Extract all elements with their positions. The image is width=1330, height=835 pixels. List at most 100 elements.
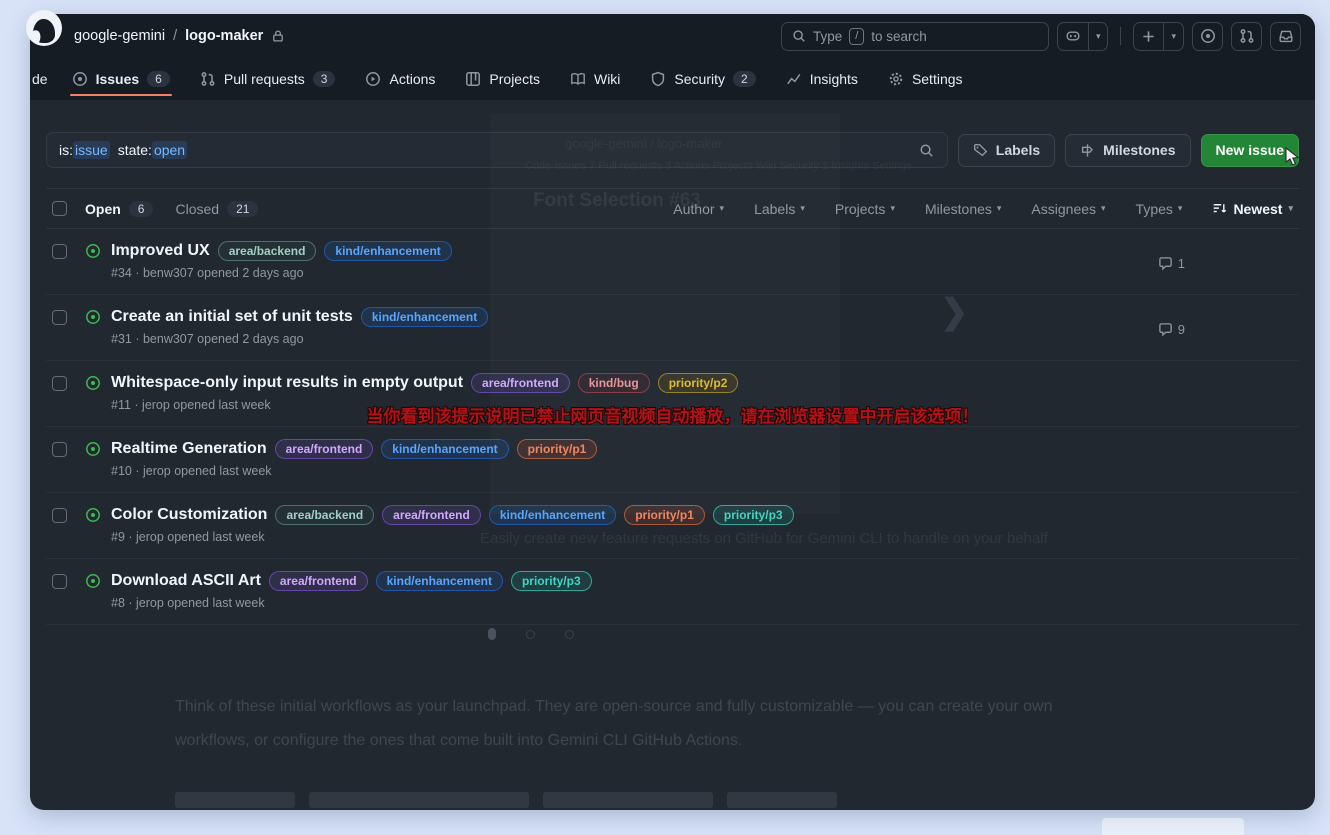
search-icon (792, 29, 806, 43)
issue-label[interactable]: kind/bug (578, 373, 650, 393)
issue-label[interactable]: area/frontend (269, 571, 368, 591)
milestones-filter[interactable]: Milestones▾ (925, 201, 1001, 217)
tab-settings[interactable]: Settings (876, 58, 975, 100)
tab-code-clipped[interactable]: de (30, 58, 54, 100)
issue-label[interactable]: priority/p3 (713, 505, 794, 525)
copilot-dropdown-caret[interactable]: ▾ (1088, 23, 1108, 50)
issue-label[interactable]: kind/enhancement (361, 307, 488, 327)
open-issue-icon (85, 573, 101, 589)
issue-label[interactable]: area/backend (218, 241, 317, 261)
author-filter[interactable]: Author▾ (673, 201, 724, 217)
issue-title[interactable]: Color Customization (111, 506, 267, 524)
your-issues-button[interactable] (1192, 22, 1223, 51)
tab-pull-requests[interactable]: Pull requests 3 (188, 58, 348, 100)
issue-checkbox[interactable] (52, 244, 67, 259)
create-new-button[interactable]: ▾ (1133, 22, 1184, 51)
issue-checkbox[interactable] (52, 442, 67, 457)
open-issue-icon (85, 441, 101, 457)
open-count-badge: 6 (129, 201, 154, 217)
breadcrumb: google-gemini / logo-maker (74, 28, 285, 44)
issue-label[interactable]: priority/p1 (517, 439, 598, 459)
issues-count-badge: 6 (147, 71, 170, 87)
copilot-button[interactable]: ▾ (1057, 22, 1109, 51)
issue-comments[interactable]: 1 (1158, 256, 1185, 271)
carousel-dots (488, 628, 574, 640)
open-issue-icon (85, 507, 101, 523)
open-issue-icon (85, 309, 101, 325)
issue-label[interactable]: area/frontend (471, 373, 570, 393)
issues-filter-input[interactable]: is:issuestate:open (46, 132, 948, 168)
issue-row[interactable]: Realtime Generation area/frontend kind/e… (46, 427, 1299, 493)
projects-filter[interactable]: Projects▾ (835, 201, 895, 217)
sort-desc-icon (1212, 201, 1227, 216)
autoplay-blocked-notice: 当你看到该提示说明已禁止网页音视频自动播放，请在浏览器设置中开启该选项！ (30, 402, 1315, 427)
issue-row[interactable]: Download ASCII Art area/frontend kind/en… (46, 559, 1299, 625)
issues-list-header: Open 6 Closed 21 Author▾ Labels▾ Project… (46, 189, 1299, 229)
breadcrumb-repo[interactable]: logo-maker (185, 28, 263, 44)
tab-issues[interactable]: Issues 6 (60, 58, 182, 100)
query-token-state: state: (118, 142, 152, 158)
issue-label[interactable]: priority/p3 (511, 571, 592, 591)
issue-title[interactable]: Improved UX (111, 242, 210, 260)
closed-count-badge: 21 (227, 201, 258, 217)
tab-insights[interactable]: Insights (774, 58, 870, 100)
labels-button[interactable]: Labels (958, 134, 1055, 167)
assignees-filter[interactable]: Assignees▾ (1031, 201, 1105, 217)
labels-filter[interactable]: Labels▾ (754, 201, 805, 217)
sort-dropdown[interactable]: Newest▾ (1212, 201, 1293, 217)
slash-key-hint: / (849, 28, 864, 45)
filter-search-icon[interactable] (907, 133, 947, 167)
issue-label[interactable]: area/frontend (382, 505, 481, 525)
issue-checkbox[interactable] (52, 574, 67, 589)
issue-checkbox[interactable] (52, 310, 67, 325)
issue-label[interactable]: priority/p1 (624, 505, 705, 525)
tab-security[interactable]: Security 2 (638, 58, 767, 100)
issue-label[interactable]: area/frontend (275, 439, 374, 459)
create-dropdown-caret[interactable]: ▾ (1163, 23, 1183, 50)
open-issues-toggle[interactable]: Open 6 (85, 201, 153, 217)
github-window: google-gemini / logo-maker Type / to sea… (30, 14, 1315, 810)
repo-nav: de Issues 6 Pull requests 3 (30, 58, 1315, 100)
issue-row[interactable]: Color Customization area/backend area/fr… (46, 493, 1299, 559)
issue-label[interactable]: kind/enhancement (376, 571, 503, 591)
ghost-paragraph: Think of these initial workflows as your… (175, 690, 1075, 758)
query-token-is: is: (59, 142, 73, 158)
github-header: google-gemini / logo-maker Type / to sea… (30, 14, 1315, 58)
issue-opened-icon (72, 71, 88, 87)
issue-checkbox[interactable] (52, 376, 67, 391)
issue-label[interactable]: kind/enhancement (324, 241, 451, 261)
issue-row[interactable]: Create an initial set of unit tests kind… (46, 295, 1299, 361)
issue-row[interactable]: Improved UX area/backend kind/enhancemen… (46, 229, 1299, 295)
issue-checkbox[interactable] (52, 508, 67, 523)
inbox-icon[interactable] (1270, 22, 1301, 51)
tab-projects[interactable]: Projects (453, 58, 552, 100)
tab-wiki[interactable]: Wiki (558, 58, 632, 100)
issue-title[interactable]: Download ASCII Art (111, 572, 261, 590)
search-placeholder-1: Type (813, 29, 842, 44)
issue-title[interactable]: Create an initial set of unit tests (111, 308, 353, 326)
carousel-next-chevron: ❯ (940, 292, 969, 332)
issue-comments[interactable]: 9 (1158, 322, 1185, 337)
milestones-button[interactable]: Milestones (1065, 134, 1190, 167)
select-all-checkbox[interactable] (52, 201, 67, 216)
breadcrumb-separator: / (173, 28, 177, 44)
open-issue-icon (85, 243, 101, 259)
your-pull-requests-button[interactable] (1231, 22, 1262, 51)
tab-actions[interactable]: Actions (353, 58, 447, 100)
issue-meta: #34 · benw307 opened 2 days ago (111, 266, 1158, 280)
plus-icon (1134, 23, 1163, 50)
issue-label[interactable]: area/backend (275, 505, 374, 525)
global-search-input[interactable]: Type / to search (781, 22, 1049, 51)
issue-label[interactable]: priority/p2 (658, 373, 739, 393)
issue-title[interactable]: Whitespace-only input results in empty o… (111, 374, 463, 392)
closed-issues-toggle[interactable]: Closed 21 (175, 201, 258, 217)
tag-icon (973, 143, 988, 158)
pull-requests-count-badge: 3 (313, 71, 336, 87)
issue-label[interactable]: kind/enhancement (489, 505, 616, 525)
issue-title[interactable]: Realtime Generation (111, 440, 267, 458)
open-issue-icon (85, 375, 101, 391)
types-filter[interactable]: Types▾ (1136, 201, 1183, 217)
issue-label[interactable]: kind/enhancement (381, 439, 508, 459)
breadcrumb-org[interactable]: google-gemini (74, 28, 165, 44)
shield-icon (650, 71, 666, 87)
